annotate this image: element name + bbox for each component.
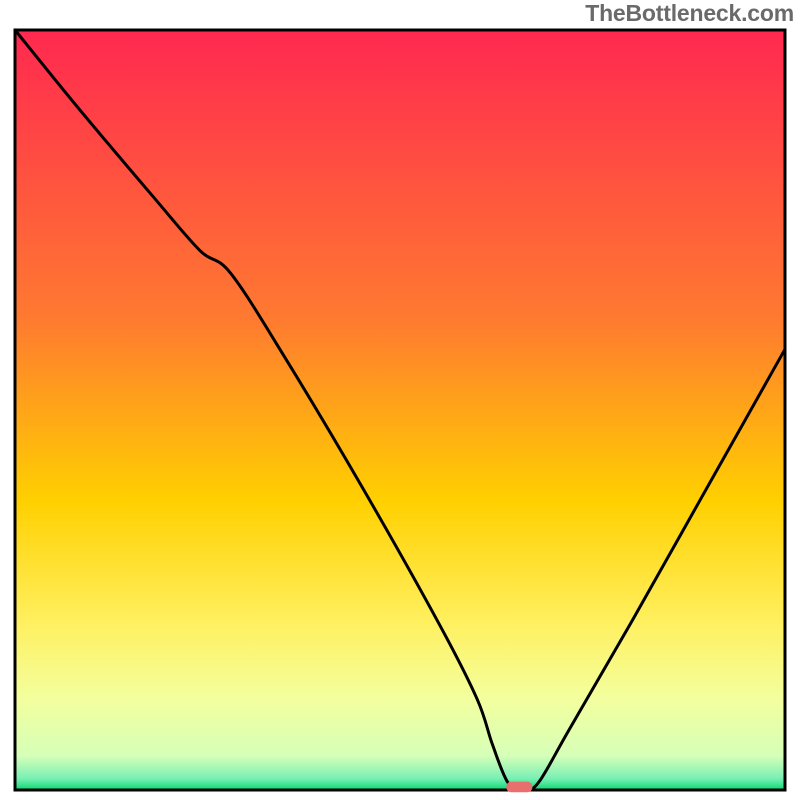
plot-background	[15, 30, 785, 790]
optimal-point-marker	[506, 782, 532, 793]
chart-svg	[0, 0, 800, 800]
bottleneck-chart: TheBottleneck.com	[0, 0, 800, 800]
watermark-text: TheBottleneck.com	[585, 0, 794, 27]
